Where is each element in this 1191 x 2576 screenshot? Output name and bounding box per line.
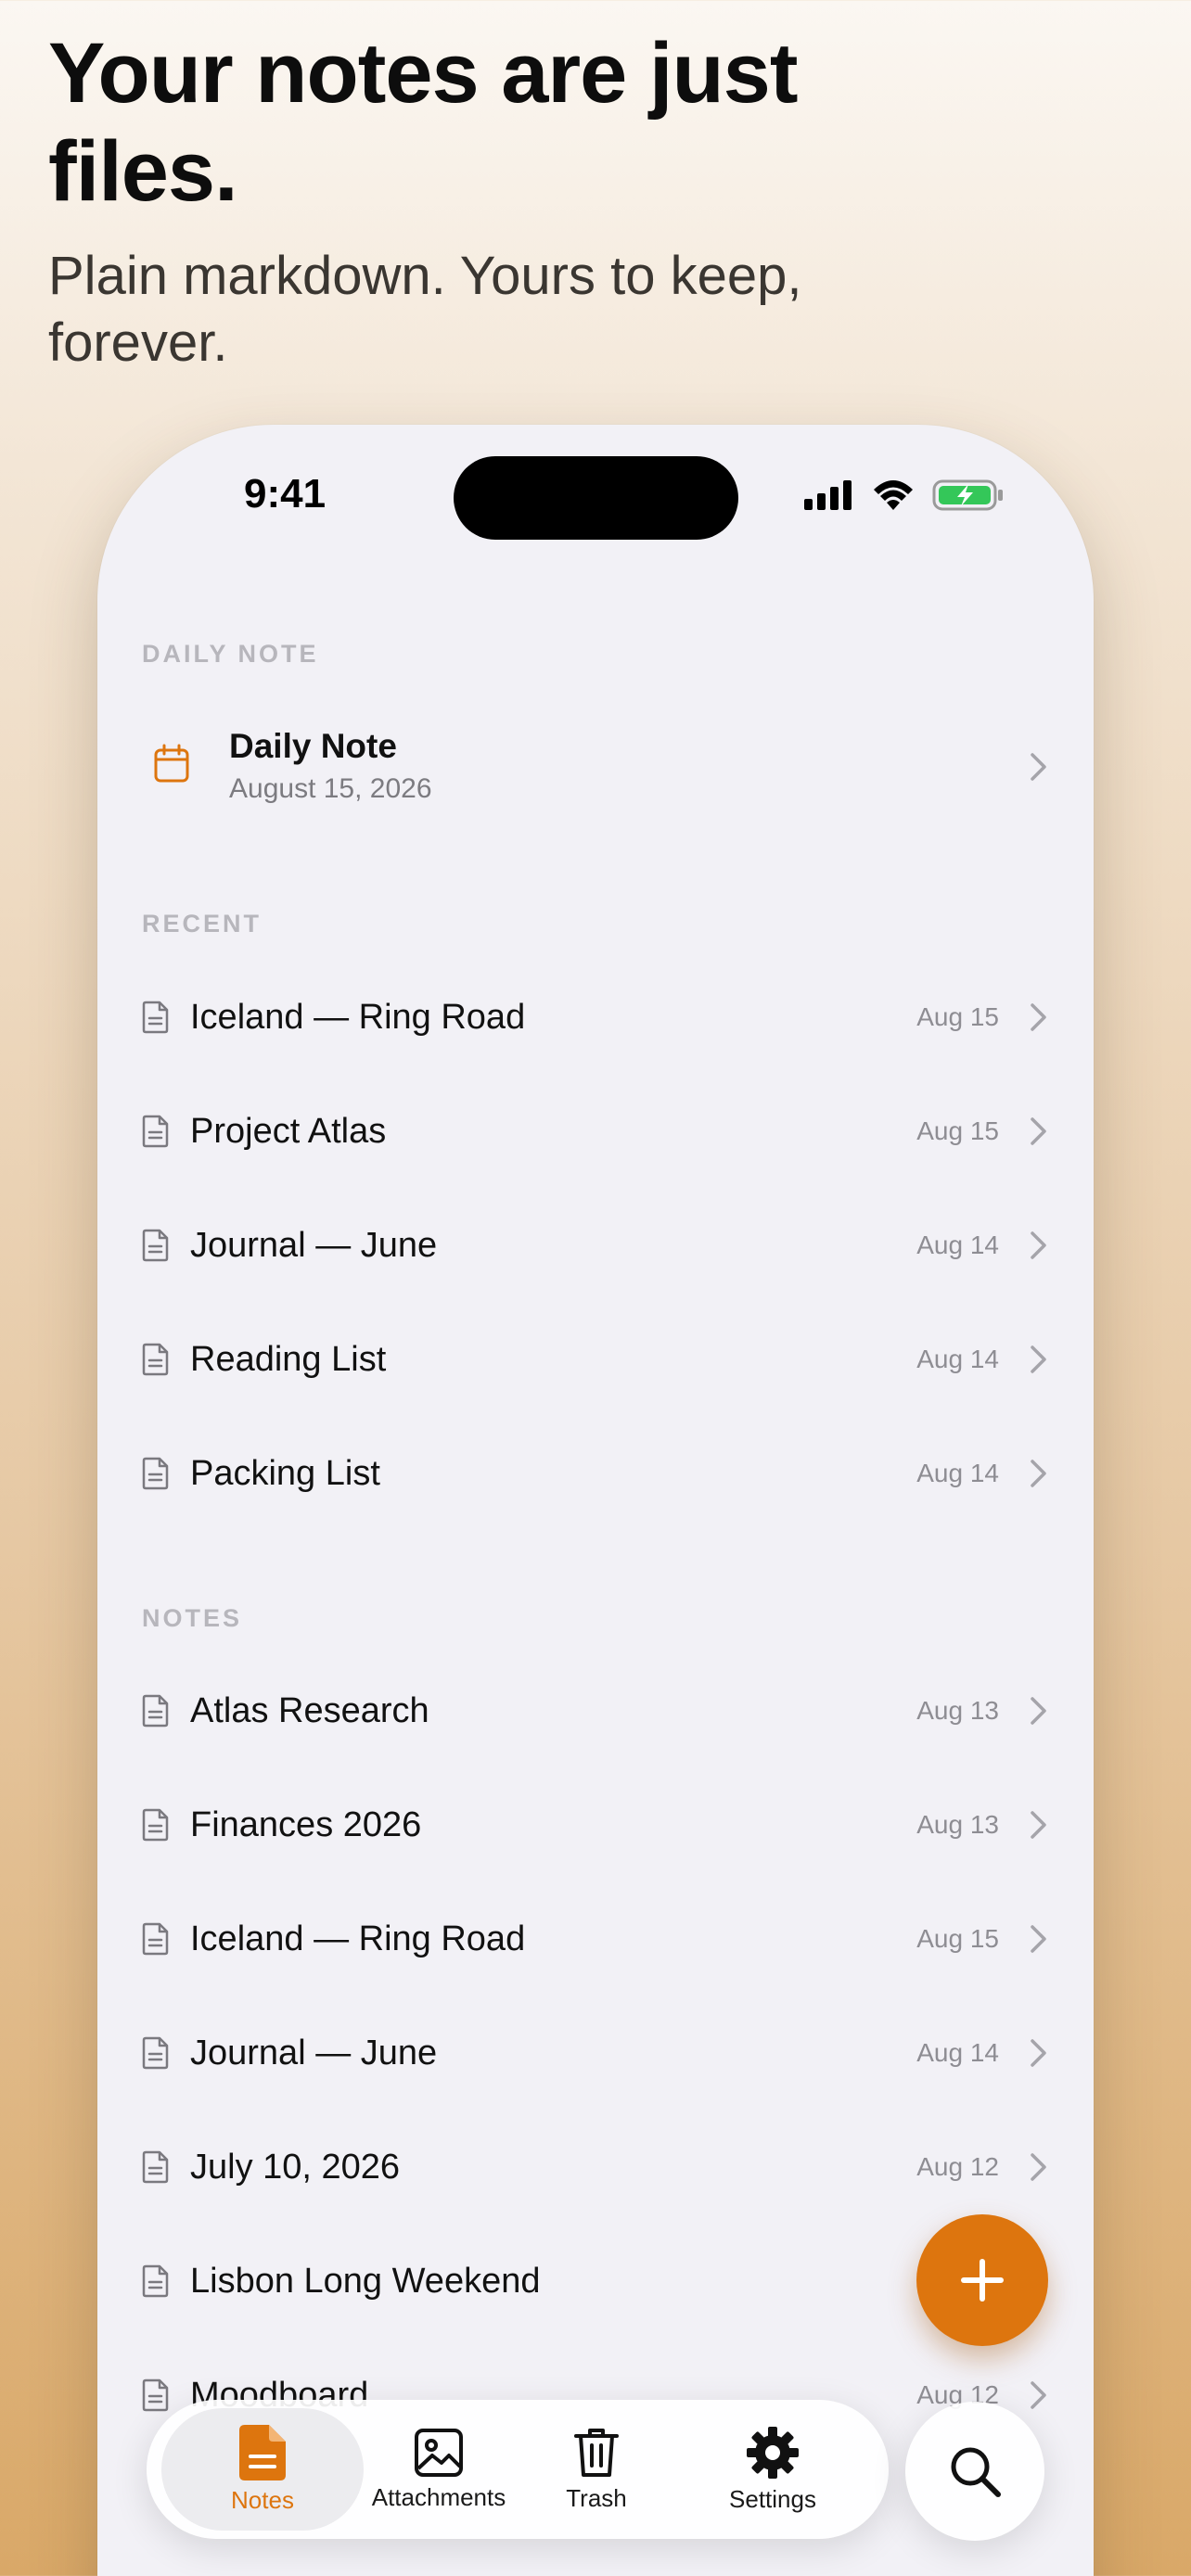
note-title: Iceland — Ring Road — [190, 997, 526, 1037]
note-date: Aug 12 — [916, 2152, 999, 2181]
tab-label: Trash — [566, 2483, 627, 2512]
note-date: Aug 13 — [916, 1810, 999, 1839]
status-time: 9:41 — [244, 471, 327, 516]
plus-icon — [961, 2259, 1004, 2302]
wifi-icon — [874, 480, 913, 510]
note-row[interactable]: Iceland — Ring Road Aug 15 — [97, 961, 1094, 1074]
note-title: Atlas Research — [190, 1690, 429, 1730]
status-icons — [804, 478, 1005, 512]
search-button[interactable] — [905, 2402, 1044, 2541]
daily-note-date: August 15, 2026 — [229, 773, 432, 804]
note-row[interactable]: Atlas Research Aug 13 — [97, 1654, 1094, 1767]
daily-note-row[interactable]: Daily Note August 15, 2026 — [97, 703, 1094, 833]
note-date: Aug 14 — [916, 1345, 999, 1373]
chevron-right-icon — [1031, 1003, 1046, 1031]
note-date: Aug 14 — [916, 1459, 999, 1487]
document-icon — [142, 2150, 169, 2184]
document-icon — [142, 1001, 169, 1034]
tab-bar: Notes Attachments Trash Settings — [147, 2400, 889, 2539]
gear-icon — [747, 2426, 799, 2479]
marketing-headline: Your notes are just files. — [48, 26, 798, 219]
tab-label: Notes — [231, 2485, 294, 2514]
chevron-right-icon — [1031, 2381, 1046, 2409]
note-row[interactable]: Finances 2026 Aug 13 — [97, 1768, 1094, 1881]
document-icon — [142, 1115, 169, 1148]
image-icon — [415, 2428, 463, 2477]
dynamic-island — [454, 456, 738, 540]
cellular-signal-icon — [804, 480, 852, 510]
note-title: Finances 2026 — [190, 1804, 422, 1844]
note-row[interactable]: Reading List Aug 14 — [97, 1303, 1094, 1416]
document-icon — [142, 2264, 169, 2298]
chevron-right-icon — [1031, 1811, 1046, 1839]
chevron-right-icon — [1031, 2153, 1046, 2181]
chevron-right-icon — [1031, 1460, 1046, 1487]
document-icon — [142, 1922, 169, 1956]
search-icon — [951, 2447, 1001, 2497]
marketing-subline: Plain markdown. Yours to keep, forever. — [48, 246, 802, 373]
note-row[interactable]: Project Atlas Aug 15 — [97, 1075, 1094, 1188]
note-date: Aug 15 — [916, 1116, 999, 1145]
tab-label: Attachments — [371, 2482, 506, 2511]
note-date: Aug 15 — [916, 1924, 999, 1953]
note-title: Journal — June — [190, 1225, 438, 1265]
note-date: Aug 13 — [916, 1696, 999, 1725]
note-row[interactable]: Iceland — Ring Road Aug 15 — [97, 1882, 1094, 1996]
trash-icon — [574, 2428, 619, 2477]
section-label-daily: DAILY NOTE — [142, 640, 319, 668]
chevron-right-icon — [1031, 1925, 1046, 1953]
document-icon — [142, 1457, 169, 1490]
note-row[interactable]: Packing List Aug 14 — [97, 1417, 1094, 1530]
battery-charging-icon — [932, 479, 1003, 511]
section-label-recent: RECENT — [142, 910, 263, 937]
note-title: Project Atlas — [190, 1111, 387, 1151]
note-title: July 10, 2026 — [190, 2147, 401, 2187]
document-icon — [142, 1343, 169, 1376]
document-icon — [142, 1808, 169, 1842]
document-icon — [142, 1229, 169, 1262]
note-title: Reading List — [190, 1339, 387, 1379]
chevron-right-icon — [1031, 1697, 1046, 1725]
note-row[interactable]: July 10, 2026 Aug 12 — [97, 2111, 1094, 2224]
chevron-right-icon — [1031, 1231, 1046, 1259]
tab-notes[interactable]: Notes — [161, 2408, 364, 2531]
note-title: Packing List — [190, 1453, 380, 1493]
calendar-icon — [154, 744, 189, 783]
chevron-right-icon — [1031, 753, 1046, 781]
tab-label: Settings — [729, 2484, 816, 2513]
tab-attachments[interactable]: Attachments — [362, 2400, 516, 2539]
new-note-button[interactable] — [916, 2214, 1048, 2346]
note-date: Aug 14 — [916, 2038, 999, 2067]
document-icon — [142, 2036, 169, 2070]
note-date: Aug 14 — [916, 1231, 999, 1259]
chevron-right-icon — [1031, 2039, 1046, 2067]
note-title: Lisbon Long Weekend — [190, 2261, 541, 2301]
note-date: Aug 15 — [916, 1002, 999, 1031]
document-icon — [142, 2378, 169, 2412]
daily-note-title: Daily Note — [229, 727, 397, 765]
note-title: Iceland — Ring Road — [190, 1919, 526, 1958]
section-label-notes: NOTES — [142, 1604, 243, 1632]
note-icon — [239, 2424, 286, 2480]
note-title: Journal — June — [190, 2033, 438, 2072]
chevron-right-icon — [1031, 1345, 1046, 1373]
note-row[interactable]: Journal — June Aug 14 — [97, 1189, 1094, 1302]
tab-settings[interactable]: Settings — [694, 2400, 852, 2539]
tab-trash[interactable]: Trash — [527, 2400, 666, 2539]
chevron-right-icon — [1031, 1117, 1046, 1145]
document-icon — [142, 1694, 169, 1728]
note-row[interactable]: Journal — June Aug 14 — [97, 1996, 1094, 2110]
